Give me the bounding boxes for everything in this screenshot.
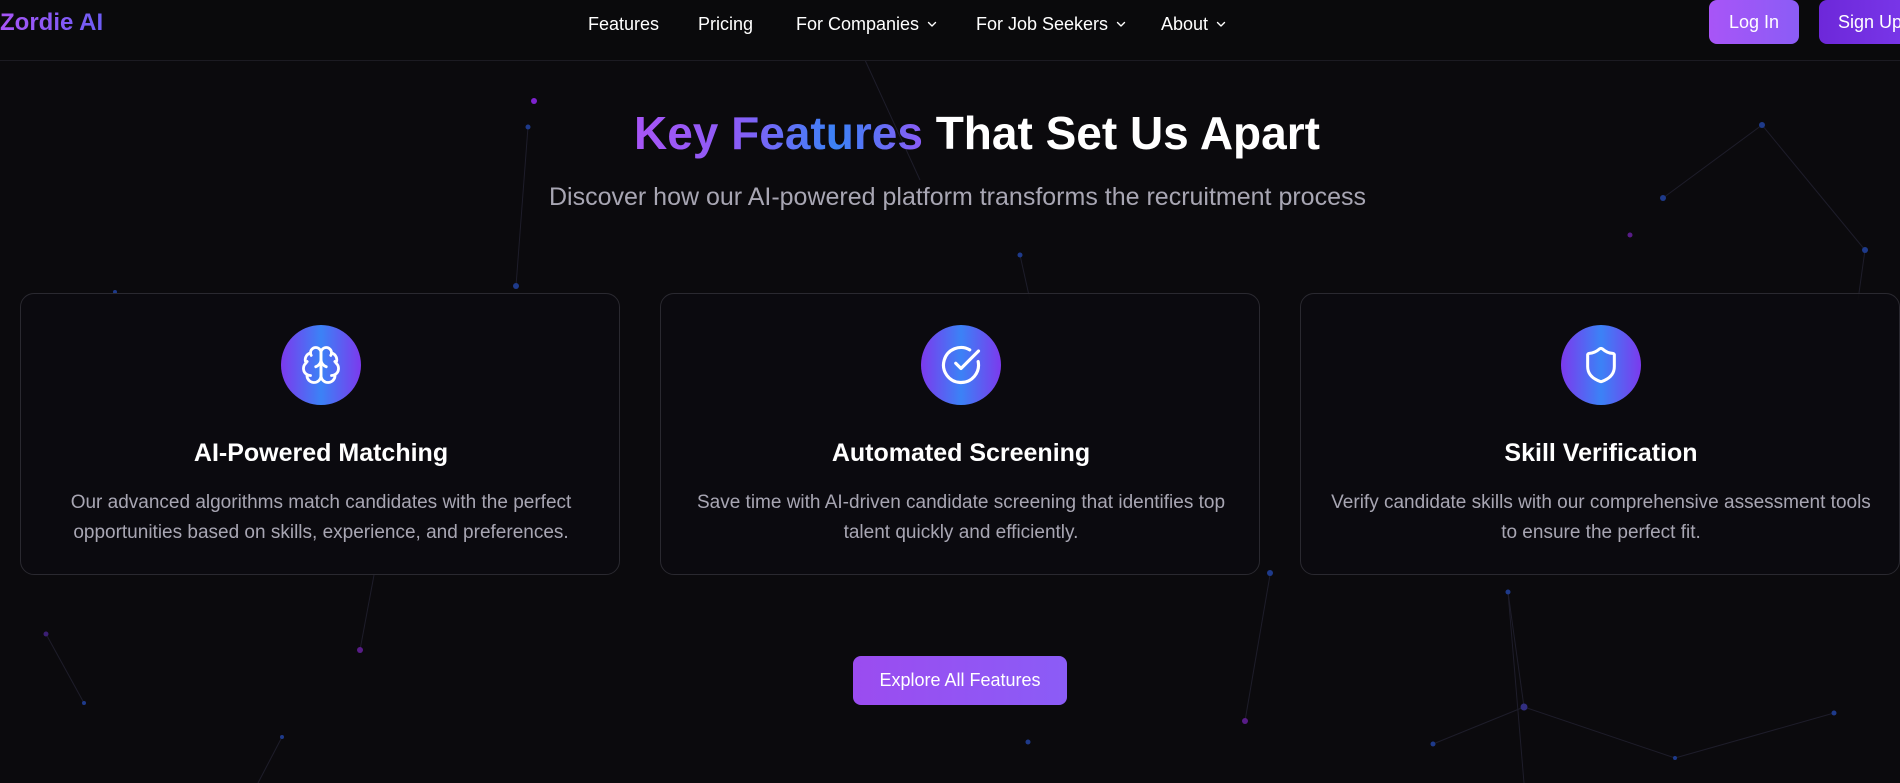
feature-card-automated-screening: Automated Screening Save time with AI-dr… — [660, 293, 1260, 575]
brain-icon — [302, 346, 340, 384]
nav-link-features[interactable]: Features — [588, 12, 659, 36]
signup-button[interactable]: Sign Up — [1819, 0, 1900, 44]
chevron-down-icon — [1116, 21, 1126, 27]
chevron-down-icon — [927, 21, 937, 27]
section-subtitle: Discover how our AI-powered platform tra… — [549, 183, 1366, 211]
feature-card-skill-verification: Skill Verification Verify candidate skil… — [1300, 293, 1900, 575]
nav-link-pricing[interactable]: Pricing — [698, 12, 753, 36]
brand-logo[interactable]: Zordie AI — [0, 9, 103, 37]
feature-description: Verify candidate skills with our compreh… — [1331, 492, 1871, 543]
feature-card-ai-matching: AI-Powered Matching Our advanced algorit… — [20, 293, 620, 575]
nav-link-for-companies[interactable]: For Companies — [796, 12, 938, 36]
shield-icon — [1586, 346, 1616, 384]
check-circle-icon — [941, 345, 981, 385]
feature-title: Automated Screening — [831, 439, 1091, 467]
nav-link-for-job-seekers[interactable]: For Job Seekers — [976, 12, 1127, 36]
chevron-down-icon — [1216, 21, 1226, 27]
top-navbar: Zordie AI Features Pricing For Companies… — [0, 0, 1900, 61]
section-title-highlight: Key Features — [634, 107, 923, 159]
feature-icon-circle — [921, 325, 1001, 405]
explore-features-button[interactable]: Explore All Features — [853, 656, 1067, 705]
nav-link-label: Features — [588, 13, 660, 34]
nav-link-about[interactable]: About — [1161, 12, 1227, 36]
nav-link-label: About — [1161, 13, 1209, 34]
nav-link-label: Pricing — [698, 13, 754, 34]
feature-icon-circle — [281, 325, 361, 405]
nav-link-label: For Companies — [796, 13, 920, 34]
feature-title: AI-Powered Matching — [193, 439, 449, 467]
nav-link-label: For Job Seekers — [976, 13, 1109, 34]
login-button[interactable]: Log In — [1709, 0, 1799, 44]
page: Zordie AI Features Pricing For Companies… — [0, 0, 1900, 783]
feature-description: Save time with AI-driven candidate scree… — [696, 492, 1226, 543]
feature-title: Skill Verification — [1504, 439, 1698, 467]
section-title-rest: That Set Us Apart — [922, 107, 1320, 159]
feature-description: Our advanced algorithms match candidates… — [70, 492, 572, 543]
feature-icon-circle — [1561, 325, 1641, 405]
